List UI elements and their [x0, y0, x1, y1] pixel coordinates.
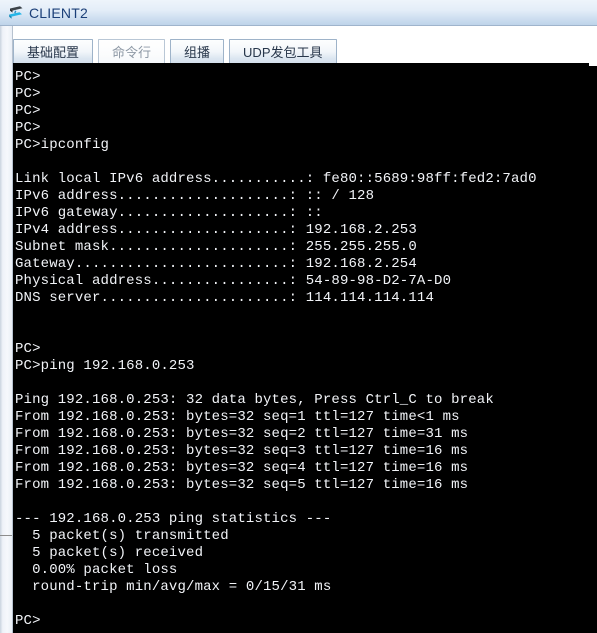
client2-window: CLIENT2 基础配置 命令行 组播 UDP发包工具 PC> PC> PC> …: [0, 0, 597, 633]
terminal-line-ping-reply: From 192.168.0.253: bytes=32 seq=5 ttl=1…: [15, 477, 469, 493]
terminal-line: PC>: [15, 103, 41, 119]
tab-multicast[interactable]: 组播: [170, 39, 225, 66]
terminal-lines: PC> PC> PC> PC> PC>ipconfig Link local I…: [13, 66, 597, 630]
terminal-line-command-ping: PC>ping 192.168.0.253: [15, 358, 195, 374]
terminal-line-ping-reply: From 192.168.0.253: bytes=32 seq=4 ttl=1…: [15, 460, 469, 476]
terminal-line-ipv6-gateway: IPv6 gateway....................: ::: [15, 205, 323, 221]
terminal-line: PC>: [15, 86, 41, 102]
terminal-line: PC>: [15, 69, 41, 85]
terminal-output-panel[interactable]: PC> PC> PC> PC> PC>ipconfig Link local I…: [13, 66, 597, 633]
terminal-line-gateway: Gateway.........................: 192.16…: [15, 256, 417, 272]
scrollbar-tick: [0, 535, 12, 536]
tab-list: 基础配置 命令行 组播 UDP发包工具: [13, 33, 342, 66]
terminal-line-packet-loss: 0.00% packet loss: [15, 562, 178, 578]
terminal-line-command-ipconfig: PC>ipconfig: [15, 137, 110, 153]
terminal-line-ping-reply: From 192.168.0.253: bytes=32 seq=2 ttl=1…: [15, 426, 469, 442]
terminal-line-ping-statistics-header: --- 192.168.0.253 ping statistics ---: [15, 511, 332, 527]
terminal-line-link-local-ipv6: Link local IPv6 address...........: fe80…: [15, 171, 537, 187]
terminal-line-round-trip: round-trip min/avg/max = 0/15/31 ms: [15, 579, 332, 595]
tab-basic-config[interactable]: 基础配置: [13, 39, 94, 66]
terminal-line-dns-server: DNS server......................: 114.11…: [15, 290, 435, 306]
window-title: CLIENT2: [29, 4, 88, 21]
tab-udp-packet-tool[interactable]: UDP发包工具: [229, 39, 337, 66]
terminal-line: PC>: [15, 341, 41, 357]
tab-strip: 基础配置 命令行 组播 UDP发包工具: [0, 26, 597, 66]
vertical-scrollbar-rail[interactable]: [0, 26, 13, 633]
tab-command-line[interactable]: 命令行: [98, 39, 166, 66]
terminal-line-subnet-mask: Subnet mask.....................: 255.25…: [15, 239, 417, 255]
terminal-line-ping-reply: From 192.168.0.253: bytes=32 seq=3 ttl=1…: [15, 443, 469, 459]
terminal-line-ping-header: Ping 192.168.0.253: 32 data bytes, Press…: [15, 392, 494, 408]
terminal-line-physical-address: Physical address................: 54-89-…: [15, 273, 452, 289]
terminal-prompt-active[interactable]: PC>: [15, 613, 597, 630]
terminal-line-ipv4-address: IPv4 address....................: 192.16…: [15, 222, 417, 238]
terminal-line-ipv6-address: IPv6 address....................: :: / 1…: [15, 188, 375, 204]
pc-device-icon: [6, 3, 26, 23]
tab-strip-filler: [589, 26, 597, 66]
terminal-line: PC>: [15, 120, 41, 136]
terminal-line-packets-transmitted: 5 packet(s) transmitted: [15, 528, 229, 544]
window-titlebar: CLIENT2: [0, 0, 597, 26]
terminal-line-ping-reply: From 192.168.0.253: bytes=32 seq=1 ttl=1…: [15, 409, 460, 425]
terminal-line-packets-received: 5 packet(s) received: [15, 545, 204, 561]
